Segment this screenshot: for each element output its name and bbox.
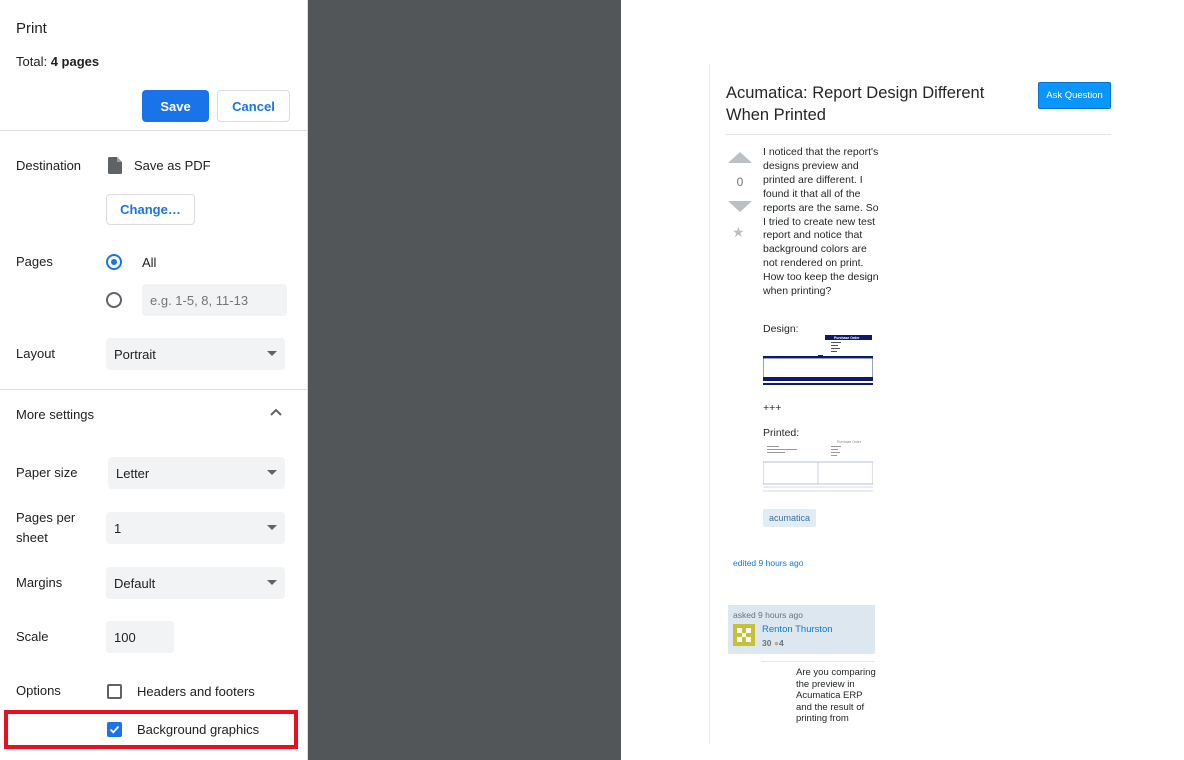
title-divider	[726, 134, 1111, 135]
headers-footers-label: Headers and footers	[137, 684, 255, 699]
pages-label: Pages	[16, 254, 53, 269]
dropdown-arrow-icon	[267, 580, 277, 585]
print-settings-panel: Print Total: 4 pages Save Cancel Destina…	[0, 0, 308, 760]
chevron-up-icon[interactable]	[270, 408, 282, 416]
vote-down-icon	[728, 201, 752, 212]
margins-value: Default	[114, 575, 156, 591]
paper-size-label: Paper size	[16, 465, 78, 480]
dropdown-arrow-icon	[267, 525, 277, 530]
reputation-score: 30	[762, 638, 772, 648]
comment-text: Are you comparing the preview in Acumati…	[796, 667, 876, 725]
dialog-title: Print	[16, 20, 47, 37]
paper-size-value: Letter	[116, 465, 150, 481]
print-preview-page: Acumatica: Report Design Different When …	[621, 0, 1184, 760]
pages-per-sheet-label-line2: sheet	[16, 530, 48, 545]
pages-all-label: All	[142, 255, 157, 270]
page-margin-line	[709, 64, 710, 744]
pages-per-sheet-label-line1: Pages per	[16, 510, 76, 525]
file-icon	[108, 157, 122, 174]
layout-label: Layout	[16, 346, 56, 361]
destination-value: Save as PDF	[134, 158, 211, 173]
bronze-badge-count: 4	[778, 638, 784, 648]
pages-custom-radio[interactable]	[106, 292, 122, 308]
user-avatar	[733, 624, 755, 646]
comment-divider	[761, 661, 875, 662]
thumb-heading: Purchase Order	[834, 336, 860, 340]
edited-timestamp: edited 9 hours ago	[733, 558, 804, 568]
user-reputation: 30 ●4	[762, 638, 784, 648]
save-button[interactable]: Save	[142, 90, 209, 122]
question-title: Acumatica: Report Design Different When …	[726, 84, 985, 124]
total-value: 4 pages	[50, 54, 100, 69]
pages-per-sheet-select[interactable]: 1	[106, 512, 285, 544]
margins-label: Margins	[16, 575, 63, 590]
options-label: Options	[16, 683, 61, 698]
ask-question-button: Ask Question	[1038, 82, 1111, 109]
layout-value: Portrait	[114, 346, 156, 362]
vote-count: 0	[736, 175, 744, 189]
layout-select[interactable]: Portrait	[106, 338, 285, 370]
scale-input[interactable]: 100	[106, 621, 174, 653]
asked-timestamp: asked 9 hours ago	[733, 610, 803, 620]
margins-select[interactable]: Default	[106, 567, 285, 599]
vote-up-icon	[728, 152, 752, 163]
headers-footers-checkbox[interactable]	[107, 684, 122, 699]
tag-acumatica: acumatica	[763, 509, 817, 527]
pages-per-sheet-value: 1	[114, 520, 122, 536]
cancel-button[interactable]: Cancel	[217, 90, 290, 122]
pages-custom-input[interactable]	[142, 284, 287, 316]
scale-label: Scale	[16, 629, 49, 644]
dropdown-arrow-icon	[267, 470, 277, 475]
more-settings-toggle[interactable]: More settings	[16, 407, 94, 422]
paper-size-select[interactable]: Letter	[108, 457, 285, 489]
divider	[0, 389, 307, 390]
highlight-box	[4, 710, 298, 749]
user-name: Renton Thurston	[762, 624, 833, 635]
thumb-heading: Purchase Order	[837, 440, 862, 444]
dropdown-arrow-icon	[267, 351, 277, 356]
destination-label: Destination	[16, 158, 82, 173]
printed-report-thumbnail: Purchase Order	[763, 438, 873, 494]
pages-all-radio[interactable]	[106, 254, 122, 270]
design-report-thumbnail: Purchase Order	[763, 334, 873, 388]
divider	[0, 130, 307, 131]
total-pages: Total: 4 pages	[16, 54, 99, 69]
separator-text: +++	[763, 402, 782, 414]
total-prefix: Total:	[16, 54, 51, 69]
favorite-star-icon: ★	[732, 224, 745, 240]
question-body: I noticed that the report's designs prev…	[763, 146, 879, 298]
change-destination-button[interactable]: Change…	[106, 194, 195, 225]
